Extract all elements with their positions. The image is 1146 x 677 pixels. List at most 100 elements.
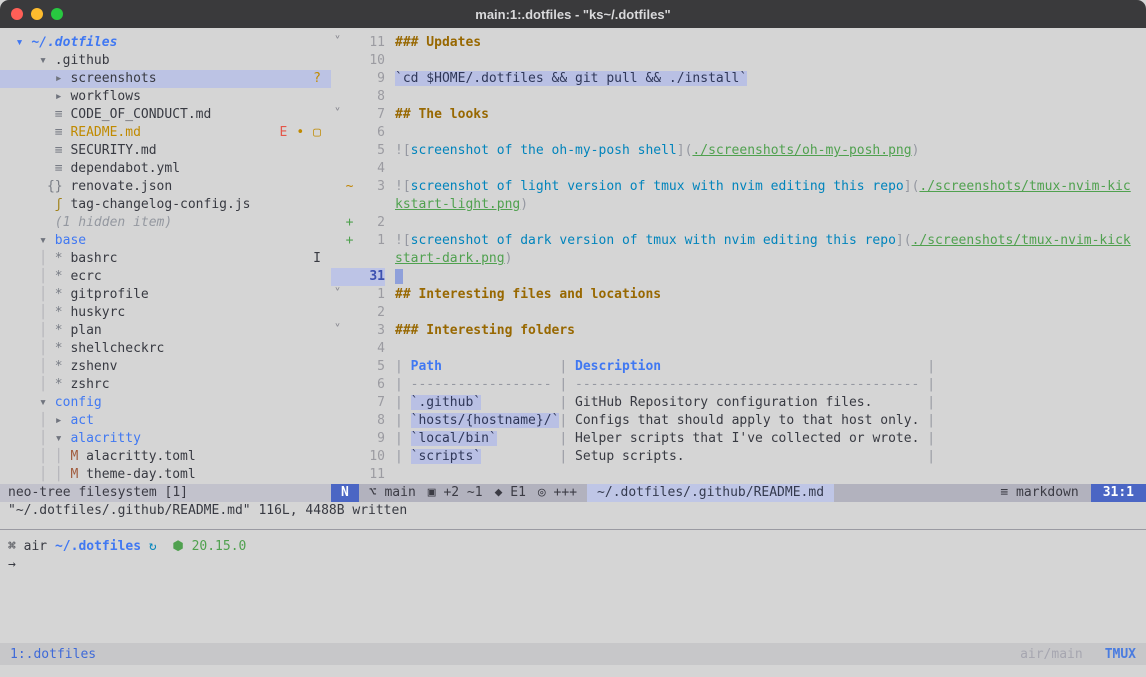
editor-line-1[interactable]: ˅1## Interesting files and locations bbox=[331, 286, 1146, 304]
editor-line-8[interactable]: 8| `hosts/{hostname}/`| Configs that sho… bbox=[331, 412, 1146, 430]
editor-line-5[interactable]: 5![screenshot of the oh-my-posh shell](.… bbox=[331, 142, 1146, 160]
text-segment: ![ bbox=[395, 143, 411, 158]
editor-panel: ˅11### Updates109`cd $HOME/.dotfiles && … bbox=[331, 28, 1146, 502]
fold-chevron-icon[interactable]: ˅ bbox=[331, 286, 344, 304]
tree-item-alacritty-toml[interactable]: │ │ M alacritty.toml bbox=[0, 448, 331, 466]
shell-input-arrow: → bbox=[8, 556, 1146, 574]
editor-line-31[interactable]: 31 bbox=[331, 268, 1146, 286]
text-segment: `cd $HOME/.dotfiles && git pull && ./ins… bbox=[395, 71, 747, 86]
editor-line-6[interactable]: 6 bbox=[331, 124, 1146, 142]
tree-item-plan[interactable]: │ * plan bbox=[0, 322, 331, 340]
fold-column bbox=[331, 52, 344, 70]
editor-line-wrap-12[interactable]: start-dark.png) bbox=[331, 250, 1146, 268]
editor-line-4[interactable]: 4 bbox=[331, 340, 1146, 358]
editor-line-8[interactable]: 8 bbox=[331, 88, 1146, 106]
tree-item-github[interactable]: ▾ .github bbox=[0, 52, 331, 70]
editor-line-1[interactable]: +1![screenshot of dark version of tmux w… bbox=[331, 232, 1146, 250]
editor-line-2[interactable]: +2 bbox=[331, 214, 1146, 232]
zoom-button[interactable] bbox=[51, 8, 63, 20]
tree-item-base[interactable]: ▾ base bbox=[0, 232, 331, 250]
mode-indicator: N bbox=[331, 484, 359, 502]
fold-chevron-icon[interactable]: ˅ bbox=[331, 322, 344, 340]
text-segment: ./screenshots/oh-my-posh.png bbox=[692, 143, 911, 158]
editor-line-11[interactable]: ˅11### Updates bbox=[331, 34, 1146, 52]
tree-item-hidden-items[interactable]: (1 hidden item) bbox=[0, 214, 331, 232]
file-icon: ≡ bbox=[55, 143, 71, 158]
close-button[interactable] bbox=[11, 8, 23, 20]
text-segment: alacritty bbox=[70, 431, 140, 446]
editor-line-3[interactable]: ~3![screenshot of light version of tmux … bbox=[331, 178, 1146, 196]
shell-pane[interactable]: ⌘ air ~/.dotfiles ↻ ⬢ 20.15.0 → bbox=[0, 532, 1146, 643]
editor-line-6[interactable]: 6| ------------------ | ----------------… bbox=[331, 376, 1146, 394]
statusline-extra: ◎ +++ bbox=[538, 484, 577, 502]
git-segment: ⌥ main ▣ +2 ~1 ◆ E1 ◎ +++ bbox=[359, 484, 587, 502]
tree-item-workflows[interactable]: ▸ workflows bbox=[0, 88, 331, 106]
text-segment: Configs that should apply to that host o… bbox=[575, 413, 919, 428]
text-segment: Description bbox=[575, 359, 661, 374]
text-segment bbox=[0, 197, 55, 212]
tree-item-dependabot-yml[interactable]: ≡ dependabot.yml bbox=[0, 160, 331, 178]
text-segment: alacritty.toml bbox=[86, 449, 196, 464]
editor-line-9[interactable]: 9`cd $HOME/.dotfiles && git pull && ./in… bbox=[331, 70, 1146, 88]
editor-lines: ˅11### Updates109`cd $HOME/.dotfiles && … bbox=[331, 28, 1146, 484]
diagnostics-count: ◆ E1 bbox=[495, 484, 526, 502]
tmux-window-name[interactable]: 1:.dotfiles bbox=[10, 647, 96, 662]
tree-item-theme-day-toml[interactable]: │ │ M theme-day.toml bbox=[0, 466, 331, 484]
sign-column bbox=[344, 88, 355, 106]
tree-item-renovate-json[interactable]: {} renovate.json bbox=[0, 178, 331, 196]
filetype-indicator: ≡ markdown bbox=[988, 484, 1090, 502]
text-segment: ]( bbox=[896, 233, 912, 248]
tree-item-bashrc[interactable]: │ * bashrcI bbox=[0, 250, 331, 268]
text-segment: | bbox=[552, 449, 575, 464]
git-untracked-badge: ? bbox=[313, 70, 321, 88]
editor-line-7[interactable]: 7| `.github` | GitHub Repository configu… bbox=[331, 394, 1146, 412]
terminal-content: ▾ ~/.dotfiles ▾ .github ▸ screenshots? ▸… bbox=[0, 28, 1146, 677]
line-number bbox=[355, 250, 385, 268]
text-segment: screenshot of the oh-my-posh shell bbox=[411, 143, 677, 158]
sign-column bbox=[344, 196, 355, 214]
chevron-right-icon: ▸ bbox=[55, 71, 71, 86]
editor-line-3[interactable]: ˅3### Interesting folders bbox=[331, 322, 1146, 340]
chevron-down-icon: ▾ bbox=[39, 395, 55, 410]
text-segment bbox=[0, 215, 55, 230]
tree-item-security-md[interactable]: ≡ SECURITY.md bbox=[0, 142, 331, 160]
fold-column bbox=[331, 232, 344, 250]
tree-item-alacritty[interactable]: │ ▾ alacritty bbox=[0, 430, 331, 448]
line-number: 2 bbox=[355, 304, 385, 322]
editor-line-5[interactable]: 5| Path | Description | bbox=[331, 358, 1146, 376]
tree-item-readme-md[interactable]: ≡ README.mdE•▢ bbox=[0, 124, 331, 142]
editor-line-4[interactable]: 4 bbox=[331, 160, 1146, 178]
editor-line-10[interactable]: 10 bbox=[331, 52, 1146, 70]
tree-item-zshenv[interactable]: │ * zshenv bbox=[0, 358, 331, 376]
tree-item-shellcheckrc[interactable]: │ * shellcheckrc bbox=[0, 340, 331, 358]
fold-chevron-icon[interactable]: ˅ bbox=[331, 106, 344, 124]
tree-item-code-of-conduct-md[interactable]: ≡ CODE_OF_CONDUCT.md bbox=[0, 106, 331, 124]
line-number: 7 bbox=[355, 394, 385, 412]
tree-item-tag-changelog-config-js[interactable]: ʃ tag-changelog-config.js bbox=[0, 196, 331, 214]
minimize-button[interactable] bbox=[31, 8, 43, 20]
titlebar: main:1:.dotfiles - "ks~/.dotfiles" bbox=[0, 0, 1146, 28]
tmux-pane-divider[interactable] bbox=[0, 520, 1146, 532]
editor-line-7[interactable]: ˅7## The looks bbox=[331, 106, 1146, 124]
editor-line-9[interactable]: 9| `local/bin` | Helper scripts that I'v… bbox=[331, 430, 1146, 448]
fold-column bbox=[331, 214, 344, 232]
editor-line-11[interactable]: 11 bbox=[331, 466, 1146, 484]
line-number: 5 bbox=[355, 142, 385, 160]
tree-item-huskyrc[interactable]: │ * huskyrc bbox=[0, 304, 331, 322]
sign-column bbox=[344, 34, 355, 52]
editor-line-10[interactable]: 10| `scripts` | Setup scripts. | bbox=[331, 448, 1146, 466]
tree-item-act[interactable]: │ ▸ act bbox=[0, 412, 331, 430]
tree-item-root[interactable]: ▾ ~/.dotfiles bbox=[0, 34, 331, 52]
tree-item-gitprofile[interactable]: │ * gitprofile bbox=[0, 286, 331, 304]
chevron-down-icon: ▾ bbox=[39, 233, 55, 248]
fold-chevron-icon[interactable]: ˅ bbox=[331, 34, 344, 52]
bottom-padding bbox=[0, 665, 1146, 677]
tree-item-screenshots[interactable]: ▸ screenshots? bbox=[0, 70, 331, 88]
tree-item-ecrc[interactable]: │ * ecrc bbox=[0, 268, 331, 286]
tree-item-zshrc[interactable]: │ * zshrc bbox=[0, 376, 331, 394]
statusline-filepath: ~/.dotfiles/.github/README.md bbox=[587, 484, 834, 502]
tree-item-config[interactable]: ▾ config bbox=[0, 394, 331, 412]
editor-line-wrap-9[interactable]: kstart-light.png) bbox=[331, 196, 1146, 214]
line-number: 3 bbox=[355, 322, 385, 340]
editor-line-2[interactable]: 2 bbox=[331, 304, 1146, 322]
